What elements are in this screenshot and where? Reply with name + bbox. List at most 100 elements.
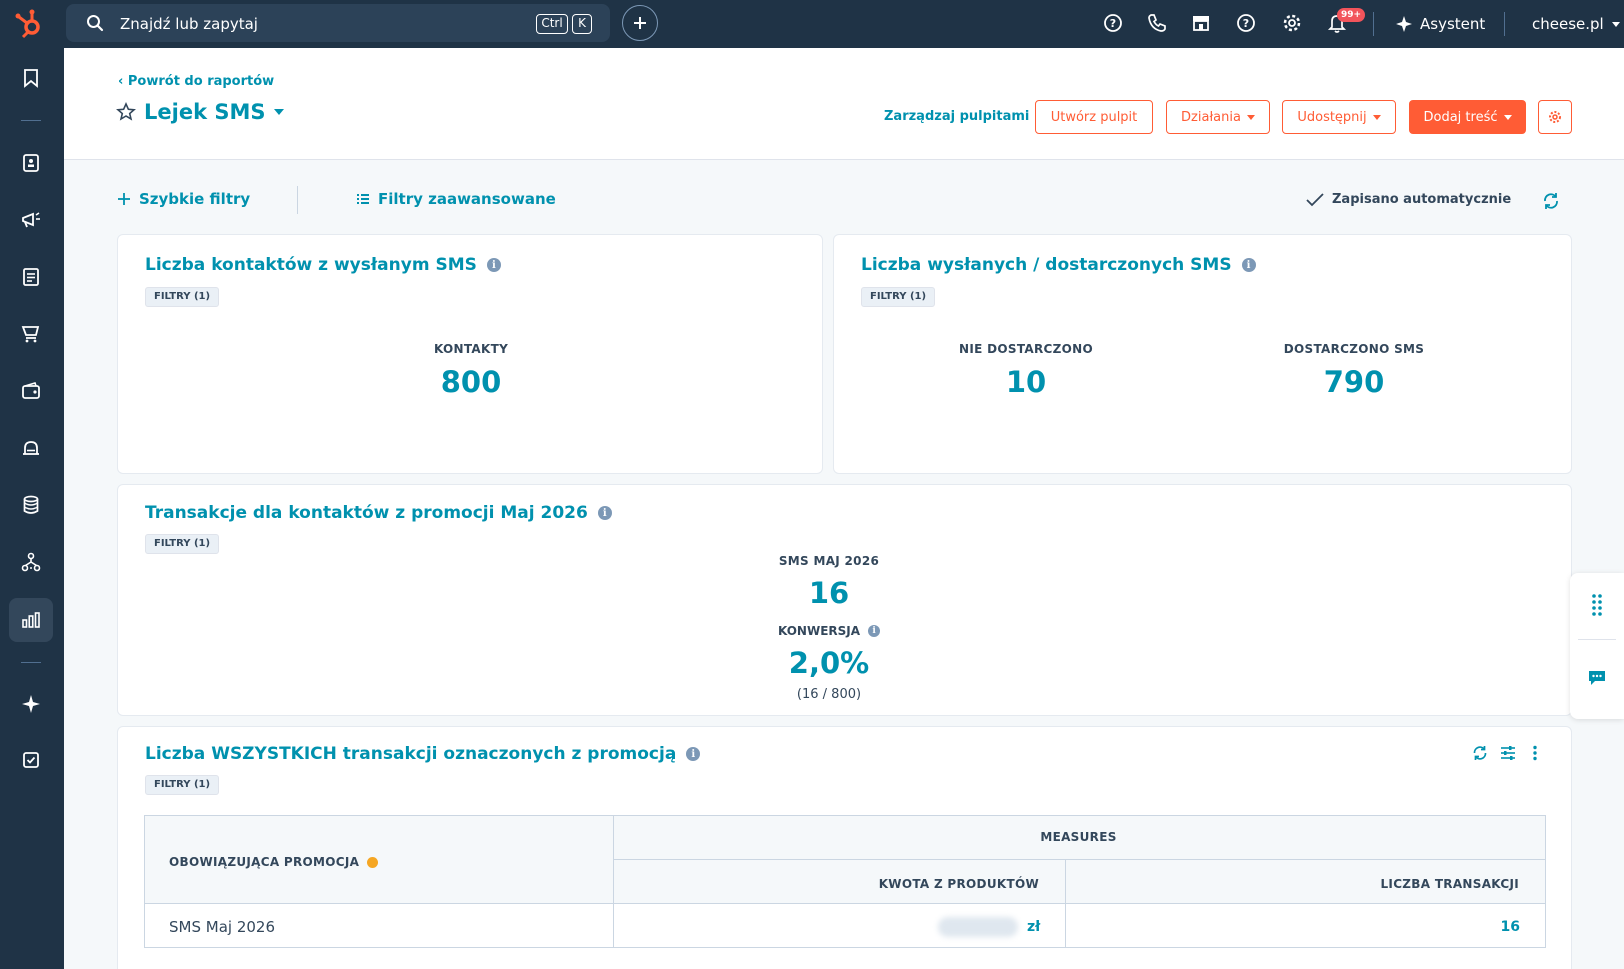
chevron-down-icon — [1611, 21, 1620, 27]
sidebar-divider — [21, 120, 41, 121]
card-title[interactable]: Liczba kontaktów z wysłanym SMS — [145, 255, 477, 275]
filters-tag[interactable]: FILTRY (1) — [145, 775, 220, 795]
help-icon[interactable]: ? — [1235, 12, 1257, 34]
star-favorite-icon[interactable] — [116, 102, 136, 122]
sidebar-item-data[interactable] — [9, 483, 53, 527]
filter-sliders-icon[interactable] — [1500, 745, 1516, 761]
refresh-icon[interactable] — [1472, 745, 1488, 761]
filters-tag[interactable]: FILTRY (1) — [145, 534, 220, 554]
account-menu[interactable]: cheese.pl — [1532, 13, 1620, 35]
info-icon[interactable]: i — [686, 747, 701, 761]
amount-column-header[interactable]: KWOTA Z PRODUKTÓW — [613, 877, 1039, 891]
sidebar-item-automation[interactable] — [9, 540, 53, 584]
actions-label: Działania — [1181, 109, 1241, 125]
sidebar-item-content[interactable] — [9, 255, 53, 299]
sidebar-item-service[interactable] — [9, 426, 53, 470]
sidebar-item-ai[interactable] — [9, 682, 53, 726]
sidebar-divider — [21, 662, 41, 663]
checkmark-icon — [1306, 192, 1324, 206]
chevron-down-icon[interactable] — [273, 109, 284, 115]
panel-divider — [1578, 639, 1616, 640]
sidebar-item-contacts[interactable] — [9, 141, 53, 185]
kpi-value: 790 — [1323, 365, 1385, 399]
wallet-icon — [22, 382, 40, 399]
topbar-divider — [1504, 12, 1505, 36]
kpi-value: 2,0% — [788, 646, 870, 680]
info-icon[interactable]: i — [1241, 258, 1256, 272]
marketplace-icon[interactable] — [1190, 12, 1212, 34]
kpi-label: KONWERSJA — [777, 624, 861, 638]
kpi-label: NIE DOSTARCZONO — [959, 342, 1093, 356]
help-center-icon[interactable]: ? — [1102, 12, 1124, 34]
info-icon[interactable]: i — [868, 625, 881, 637]
transaction-count-value[interactable]: 16 — [1480, 919, 1520, 935]
back-to-reports-link[interactable]: ‹ Powrót do raportów — [118, 74, 274, 89]
promotion-column-header[interactable]: OBOWIĄZUJĄCA PROMOCJA — [169, 855, 379, 869]
account-name: cheese.pl — [1532, 15, 1604, 33]
shortcut-k-key: K — [572, 14, 592, 34]
assistant-button[interactable]: Asystent — [1396, 13, 1485, 35]
card-title-group: Transakcje dla kontaktów z promocji Maj … — [145, 503, 612, 523]
bar-chart-icon — [22, 612, 40, 628]
floating-side-panel — [1570, 573, 1624, 719]
manage-dashboards-link[interactable]: Zarządzaj pulpitami — [884, 109, 1029, 124]
sidebar-navigation — [0, 48, 64, 969]
dashboard-settings-button[interactable] — [1538, 100, 1572, 134]
sidebar-item-payments[interactable] — [9, 369, 53, 413]
top-navigation-bar: Znajdź lub zapytaj Ctrl K ? ? 99+ Asyste… — [0, 0, 1624, 48]
svg-text:?: ? — [1110, 17, 1116, 30]
card-title[interactable]: Liczba wysłanych / dostarczonych SMS — [861, 255, 1232, 275]
sidebar-item-reporting[interactable] — [9, 598, 53, 642]
create-dashboard-label: Utwórz pulpit — [1050, 109, 1138, 125]
actions-dropdown-button[interactable]: Działania — [1166, 100, 1270, 134]
bookmark-icon — [24, 69, 38, 88]
settings-gear-icon — [1549, 111, 1561, 123]
settings-gear-icon[interactable] — [1281, 12, 1303, 34]
create-new-button[interactable] — [622, 5, 658, 41]
chevron-down-icon — [1372, 114, 1381, 120]
card-title[interactable]: Liczba WSZYSTKICH transakcji oznaczonych… — [145, 744, 676, 764]
workflow-icon — [21, 552, 41, 572]
page-title-group: Lejek SMS — [116, 100, 284, 124]
chat-feedback-icon[interactable] — [1587, 669, 1607, 687]
count-column-header[interactable]: LICZBA TRANSAKCJI — [1065, 877, 1519, 891]
phone-icon[interactable] — [1146, 12, 1168, 34]
conversion-detail: (16 / 800) — [796, 687, 862, 702]
sidebar-item-marketing[interactable] — [9, 198, 53, 242]
page-title[interactable]: Lejek SMS — [144, 100, 266, 124]
hubspot-logo-icon[interactable] — [12, 6, 48, 42]
topbar-divider — [1373, 12, 1374, 36]
sidebar-item-bookmarks[interactable] — [9, 56, 53, 100]
quick-filters-button[interactable]: Szybkie filtry — [117, 190, 250, 208]
share-dropdown-button[interactable]: Udostępnij — [1282, 100, 1396, 134]
refresh-icon[interactable] — [1542, 192, 1560, 210]
dashboard-header: ‹ Powrót do raportów Lejek SMS Zarządzaj… — [64, 48, 1624, 160]
advanced-filters-button[interactable]: Filtry zaawansowane — [356, 190, 556, 208]
autosave-status: Zapisano automatycznie — [1306, 192, 1511, 207]
info-icon[interactable]: i — [486, 258, 501, 272]
filters-tag[interactable]: FILTRY (1) — [861, 287, 936, 307]
filter-list-icon — [357, 194, 369, 204]
contacts-book-icon — [23, 154, 39, 172]
info-icon[interactable]: i — [597, 506, 612, 520]
sidebar-item-tasks[interactable] — [9, 738, 53, 782]
add-content-button[interactable]: Dodaj treść — [1409, 100, 1526, 134]
kpi-value: 16 — [808, 576, 850, 610]
promotion-value: SMS Maj 2026 — [169, 918, 275, 936]
table-cell — [1066, 904, 1545, 947]
filters-tag[interactable]: FILTRY (1) — [145, 287, 220, 307]
conversion-label-group: KONWERSJA i — [718, 624, 940, 638]
assistant-label: Asystent — [1420, 15, 1486, 33]
card-title[interactable]: Transakcje dla kontaktów z promocji Maj … — [145, 503, 588, 523]
search-bar[interactable]: Znajdź lub zapytaj Ctrl K — [66, 4, 610, 42]
filter-divider — [297, 186, 298, 214]
amount-currency[interactable]: zł — [1027, 919, 1040, 935]
drag-handle-icon[interactable] — [1591, 593, 1603, 617]
shortcut-ctrl-key: Ctrl — [536, 14, 568, 34]
more-options-icon[interactable] — [1532, 745, 1538, 761]
kpi-value: 10 — [1005, 365, 1047, 399]
sparkle-icon — [22, 695, 40, 713]
search-icon — [87, 15, 104, 32]
sidebar-item-commerce[interactable] — [9, 312, 53, 356]
create-dashboard-button[interactable]: Utwórz pulpit — [1035, 100, 1153, 134]
